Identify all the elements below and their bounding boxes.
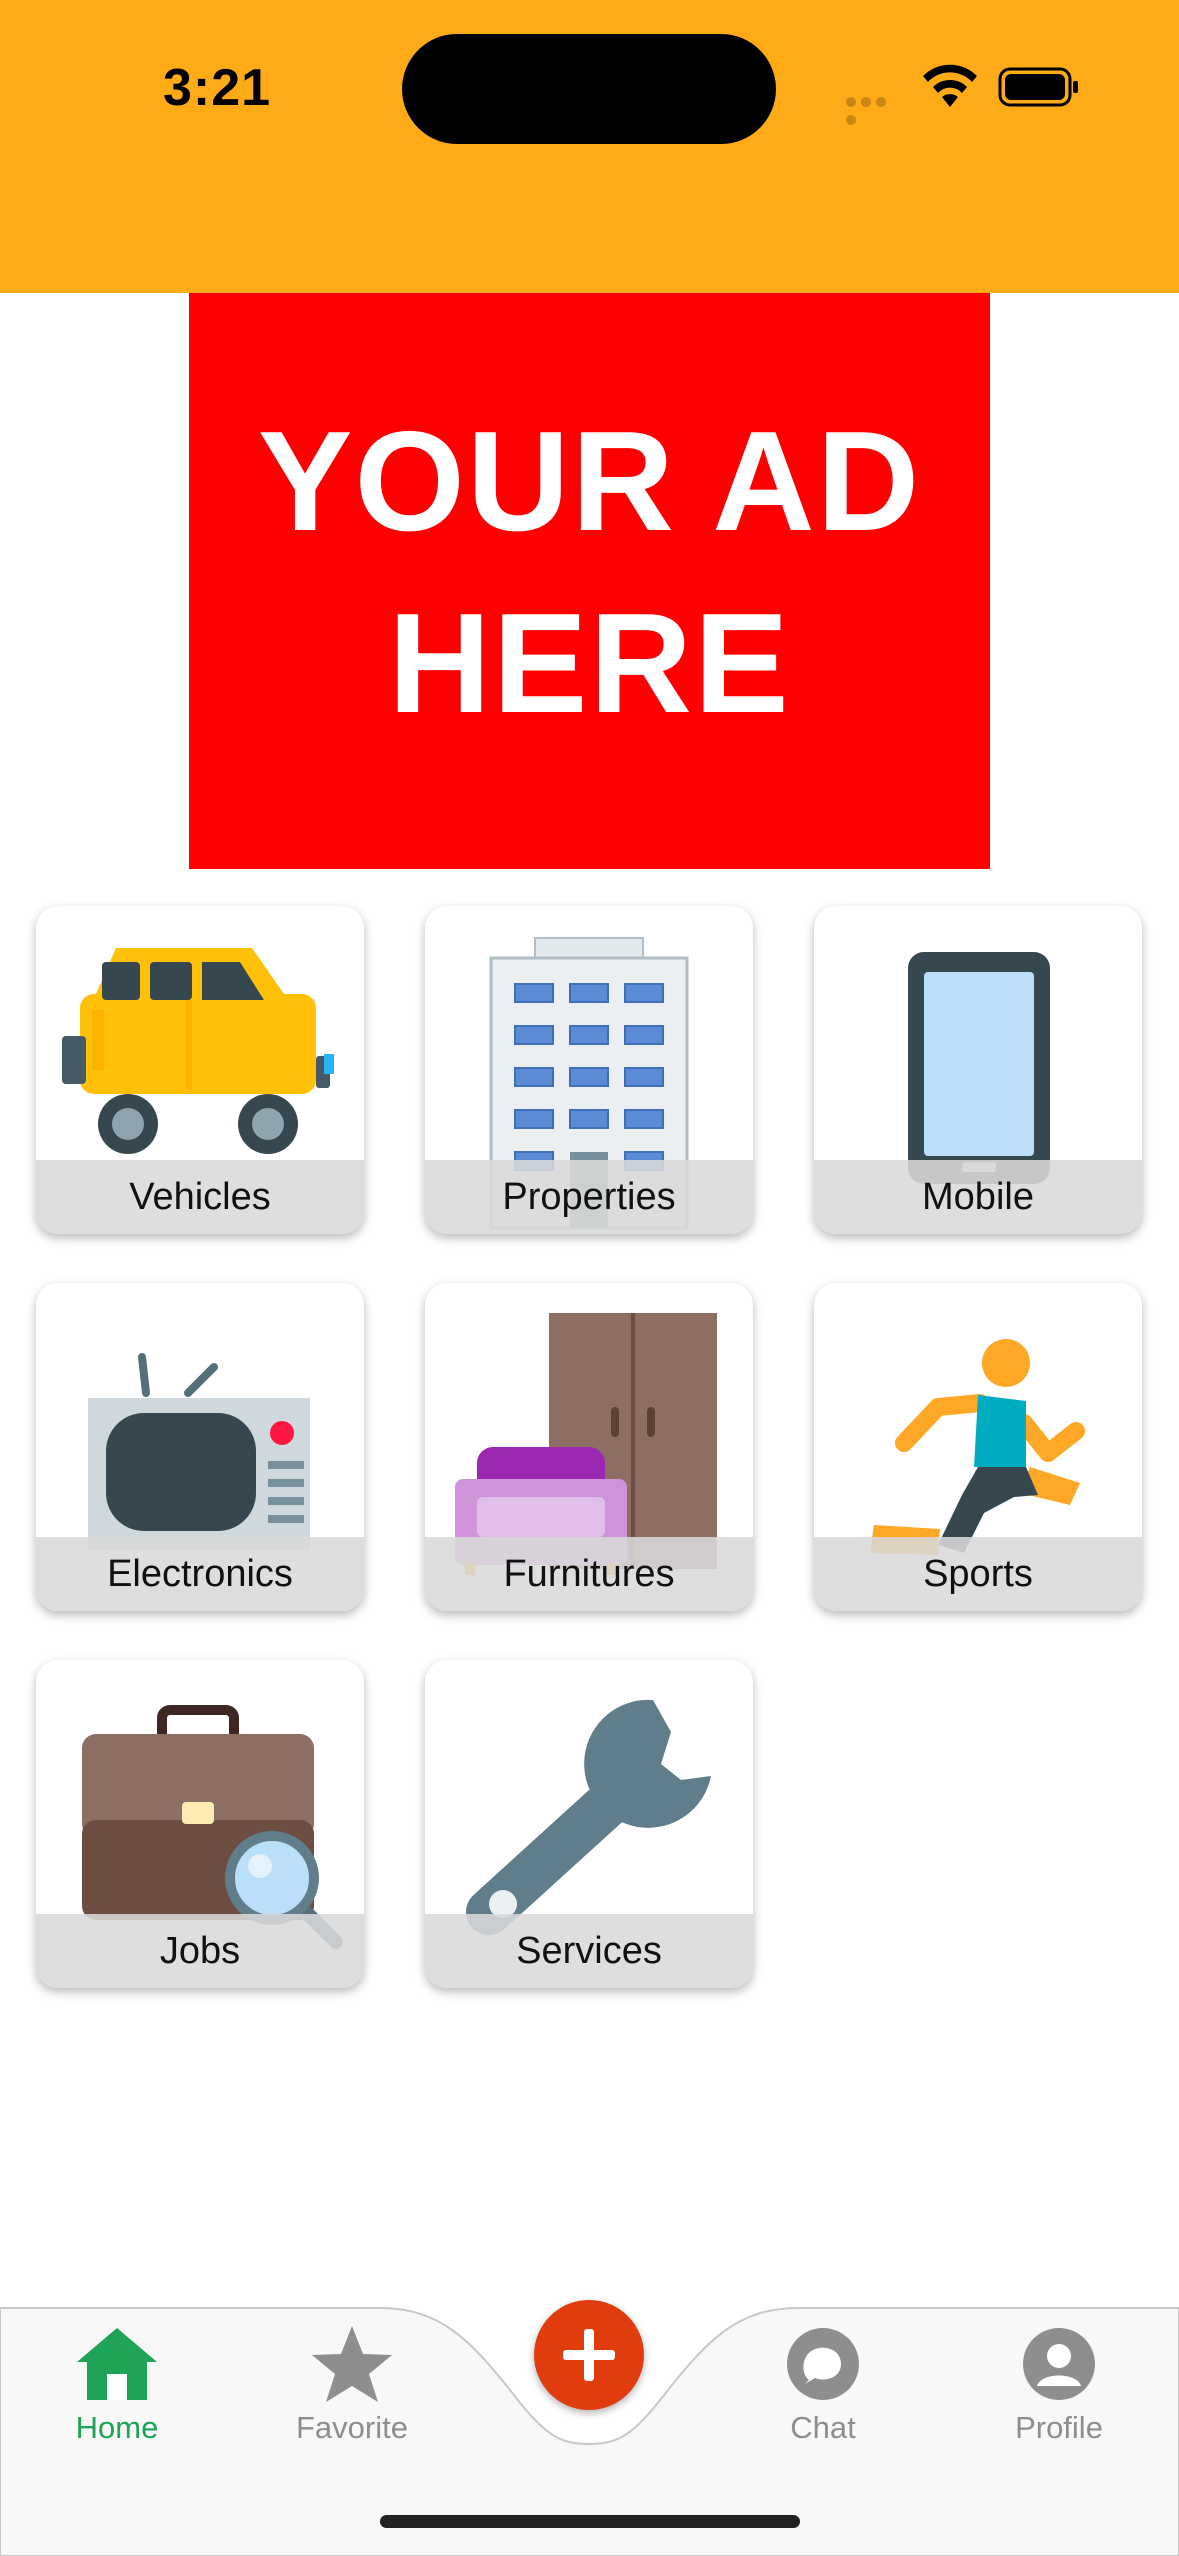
- category-tile-services[interactable]: Services: [425, 1660, 753, 1988]
- category-tile-sports[interactable]: Sports: [814, 1283, 1142, 1611]
- category-tile-electronics[interactable]: Electronics: [36, 1283, 364, 1611]
- nav-home[interactable]: Home: [27, 2324, 207, 2446]
- ad-text-line-1: YOUR AD: [257, 402, 922, 561]
- user-icon: [1023, 2328, 1095, 2400]
- category-tile-properties[interactable]: Properties: [425, 906, 753, 1234]
- category-label: Electronics: [36, 1537, 364, 1611]
- nav-label-home: Home: [75, 2410, 159, 2445]
- nav-profile[interactable]: Profile: [969, 2324, 1149, 2446]
- category-tile-furnitures[interactable]: Furnitures: [425, 1283, 753, 1611]
- nav-label-profile: Profile: [1015, 2410, 1103, 2445]
- wifi-icon: [923, 64, 977, 107]
- home-indicator[interactable]: [380, 2515, 800, 2528]
- category-tile-mobile[interactable]: Mobile: [814, 906, 1142, 1234]
- battery-icon: [998, 67, 1078, 107]
- nav-label-chat: Chat: [790, 2410, 856, 2445]
- star-icon: [312, 2326, 392, 2402]
- chat-bubble-icon: [787, 2328, 859, 2400]
- add-listing-button[interactable]: [534, 2300, 644, 2410]
- category-label: Services: [425, 1914, 753, 1988]
- app-header: 3:21: [0, 0, 1179, 293]
- dynamic-island: [402, 34, 776, 144]
- nav-label-favorite: Favorite: [296, 2410, 408, 2445]
- category-label: Furnitures: [425, 1537, 753, 1611]
- cellular-signal-icon: [846, 94, 904, 125]
- category-label: Vehicles: [36, 1160, 364, 1234]
- category-tile-jobs[interactable]: Jobs: [36, 1660, 364, 1988]
- home-icon: [77, 2328, 157, 2400]
- ad-banner[interactable]: YOUR AD HERE: [189, 293, 990, 869]
- nav-favorite[interactable]: Favorite: [262, 2324, 442, 2446]
- category-label: Mobile: [814, 1160, 1142, 1234]
- plus-icon: [563, 2329, 615, 2381]
- category-label: Sports: [814, 1537, 1142, 1611]
- category-label: Jobs: [36, 1914, 364, 1988]
- ad-text-line-2: HERE: [388, 584, 791, 743]
- category-tile-vehicles[interactable]: Vehicles: [36, 906, 364, 1234]
- nav-chat[interactable]: Chat: [733, 2324, 913, 2446]
- category-label: Properties: [425, 1160, 753, 1234]
- status-time: 3:21: [163, 59, 272, 117]
